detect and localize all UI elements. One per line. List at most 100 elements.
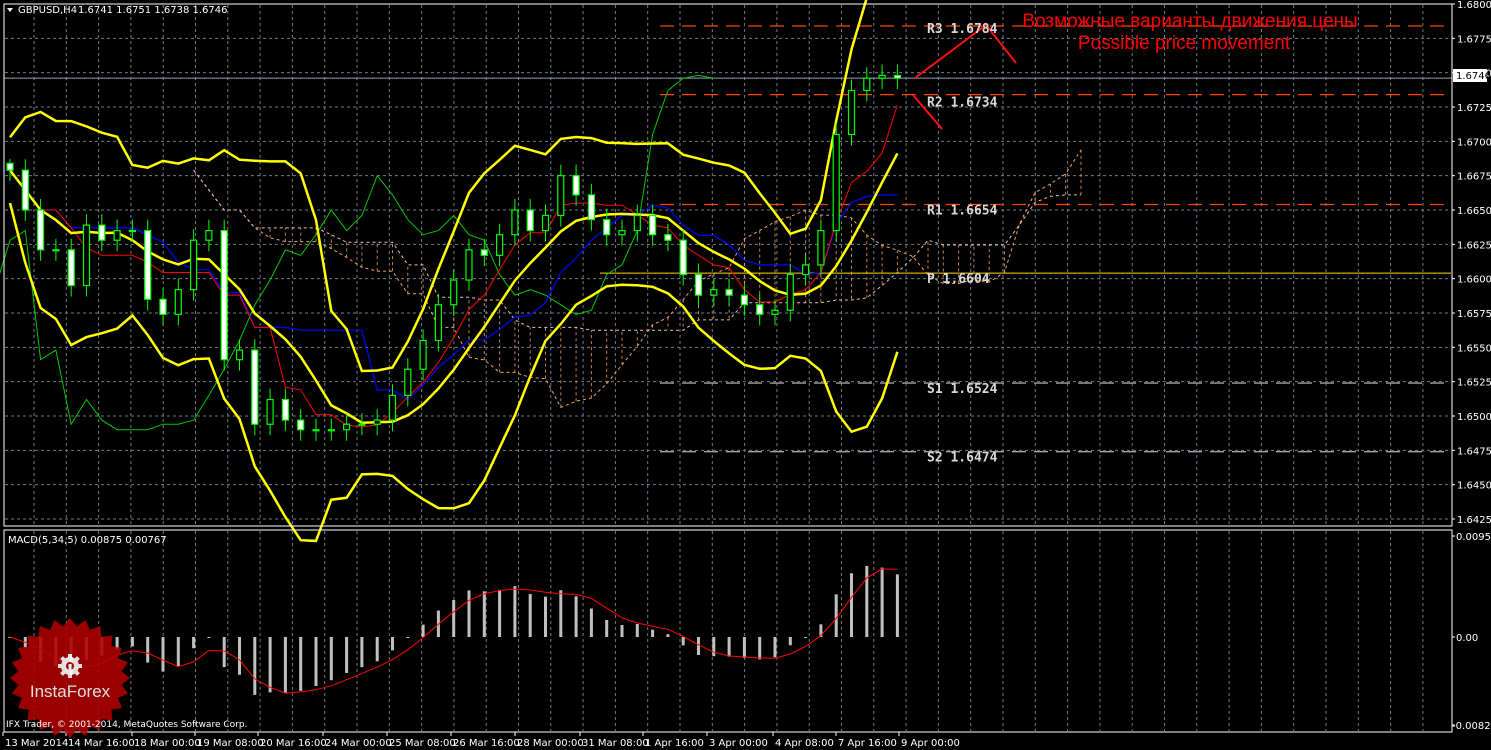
- macd-bar: [375, 637, 379, 662]
- macd-bar: [681, 637, 685, 646]
- macd-bar: [360, 637, 364, 668]
- macd-bar: [207, 637, 211, 638]
- bear-candle: [281, 398, 289, 421]
- gear-tooth: [77, 664, 82, 668]
- bull-candle: [847, 89, 856, 136]
- bull-candle: [557, 175, 565, 217]
- bull-candle: [633, 214, 641, 232]
- bull-candle: [358, 423, 366, 426]
- forecast-arrows: [912, 23, 1017, 130]
- grid: [5, 3, 1451, 731]
- macd-bar: [834, 594, 838, 637]
- pivot-label-p: P 1.6604: [927, 272, 990, 287]
- x-tick-label: 9 Apr 00:00: [901, 738, 960, 749]
- current-price-label: 1.6746: [1456, 71, 1491, 82]
- bear-candle: [6, 162, 14, 171]
- pivot-label-r3: R3 1.6784: [927, 22, 998, 37]
- bull-candle: [786, 273, 794, 311]
- annotation-russian: Возможные варианты движения цены: [1022, 11, 1357, 32]
- pivot-lines: [600, 25, 1451, 453]
- bear-candle: [98, 224, 106, 241]
- x-tick-label: 3 Apr 00:00: [709, 738, 768, 749]
- bull-candle: [343, 423, 351, 431]
- bear-candle: [297, 419, 305, 431]
- macd-bar: [299, 637, 303, 691]
- y-tick-label: 1.6800: [1457, 0, 1491, 11]
- ohlc-values: 1.6741 1.6751 1.6738 1.6746: [78, 5, 228, 16]
- time-axis: 13 Mar 2014 14 Mar 16:00 18 Mar 00:0019 Ma…: [2, 732, 960, 749]
- bull-candle: [113, 230, 121, 241]
- macd-bar: [406, 637, 410, 638]
- macd-bar: [788, 637, 792, 646]
- macd-bar: [635, 623, 639, 637]
- bear-candle: [603, 219, 611, 236]
- y-tick-label: 1.6425: [1457, 515, 1491, 526]
- bull-candle: [863, 77, 871, 92]
- macd-bar: [268, 637, 272, 693]
- bull-candle: [832, 133, 840, 232]
- macd-bar: [758, 637, 762, 660]
- bear-candle: [756, 304, 764, 315]
- macd-label: MACD(5,34,5) 0.00875 0.00767: [8, 535, 167, 546]
- macd-bar: [651, 629, 655, 637]
- bull-candle: [878, 74, 886, 79]
- triangle-down-icon[interactable]: [7, 8, 13, 12]
- bull-candle: [266, 398, 274, 425]
- x-tick-label: 14 Mar 16:00: [68, 738, 135, 749]
- bull-candle: [618, 230, 626, 236]
- y-tick-label: 1.6675: [1457, 172, 1491, 183]
- bull-candle: [128, 230, 136, 233]
- bull-candle: [496, 234, 504, 256]
- price-axis: 1.68001.67751.67501.67251.67001.66751.66…: [1452, 0, 1491, 726]
- bull-candle: [205, 230, 213, 241]
- price-chart[interactable]: Возможные варианты движения цены Possibl…: [0, 0, 1491, 750]
- macd-bar: [130, 637, 134, 647]
- bull-candle: [190, 239, 198, 291]
- macd-bar: [895, 574, 899, 637]
- bear-candle: [526, 209, 534, 232]
- pivot-label-r1: R1 1.6654: [927, 204, 998, 219]
- bull-candle: [419, 339, 427, 370]
- x-tick-label: 13 Mar 2014: [5, 738, 68, 749]
- bull-candle: [235, 349, 244, 361]
- bull-candle: [817, 230, 825, 266]
- bear-candle: [740, 294, 749, 306]
- bull-candle: [373, 419, 381, 425]
- gear-tooth: [68, 654, 72, 659]
- macd-axis-zero: 0.00: [1456, 633, 1478, 644]
- macd-bar: [176, 637, 180, 666]
- macd-bar: [574, 596, 578, 637]
- y-tick-label: 1.6775: [1457, 34, 1491, 45]
- bear-candle: [572, 175, 580, 196]
- macd-bar: [865, 565, 869, 637]
- macd-bar: [666, 634, 670, 637]
- bear-candle: [159, 298, 167, 315]
- y-tick-label: 1.6575: [1457, 309, 1491, 320]
- x-tick-label: 20 Mar 16:00: [260, 738, 327, 749]
- x-tick-label: 19 Mar 08:00: [197, 738, 264, 749]
- macd-bar: [283, 637, 287, 693]
- senkou-span-b: [193, 169, 1081, 331]
- y-tick-label: 1.6600: [1457, 275, 1491, 286]
- gear-icon: [58, 654, 82, 678]
- bear-candle: [21, 169, 29, 211]
- bull-candle: [52, 249, 60, 252]
- x-tick-label: 26 Mar 16:00: [453, 738, 520, 749]
- y-tick-label: 1.6725: [1457, 103, 1491, 114]
- x-tick-label: 28 Mar 00:00: [517, 738, 584, 749]
- macd-bar: [513, 586, 517, 637]
- bear-candle: [893, 74, 902, 79]
- macd-bar: [773, 637, 777, 658]
- macd-bar: [804, 636, 808, 638]
- bull-candle: [82, 224, 91, 287]
- bull-candle: [710, 289, 718, 296]
- macd-bar: [421, 624, 425, 637]
- macd-bar: [329, 637, 333, 681]
- bull-candle: [771, 309, 779, 315]
- macd-bar: [467, 590, 471, 637]
- x-tick-label: 4 Apr 08:00: [775, 738, 834, 749]
- macd-bar: [589, 608, 593, 637]
- bull-candle: [511, 209, 519, 236]
- macd-bar: [391, 637, 394, 651]
- indicator-lines: [0, 0, 1082, 543]
